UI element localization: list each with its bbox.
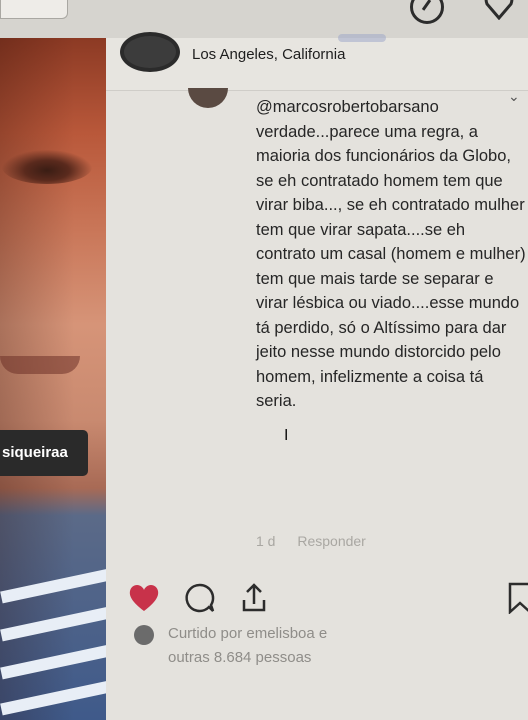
author-avatar[interactable] [120,32,180,72]
comment-body: @marcosrobertobarsano verdade...parece u… [256,95,526,414]
post-location[interactable]: Los Angeles, California [192,46,345,63]
likes-text[interactable]: Curtido por emelisboa e outras 8.684 pes… [168,622,408,670]
share-icon[interactable] [238,582,270,614]
bookmark-icon[interactable] [506,582,528,614]
post-photo[interactable] [0,38,106,720]
commenter-avatar[interactable] [188,88,228,108]
compass-icon[interactable] [410,0,444,24]
text-cursor-icon: I [284,427,289,444]
liker-avatar[interactable] [134,625,154,645]
post-header: Los Angeles, California [106,32,528,91]
comment-age: 1 d [256,533,276,549]
top-bar [0,0,528,38]
likes-line-2: outras 8.684 pessoas [168,649,312,666]
action-bar [128,582,528,616]
comment-icon[interactable] [184,582,216,614]
search-field[interactable] [0,0,68,19]
likes-line-1: Curtido por emelisboa e [168,625,328,642]
comment-text: verdade...parece uma regra, a maioria do… [256,122,526,411]
comments-panel: Los Angeles, California ⌄ @marcosroberto… [106,32,528,720]
photo-eye [2,150,92,184]
heart-filled-icon[interactable] [128,582,160,614]
comment-username[interactable]: @marcosrobertobarsano [256,98,439,116]
author-name-ghost [338,34,386,42]
user-tag[interactable]: siqueiraa [0,430,88,476]
heart-outline-icon[interactable] [484,0,514,20]
photo-mouth [0,356,80,374]
comment-meta: 1 d Responder [256,533,384,549]
reply-link[interactable]: Responder [297,533,366,549]
